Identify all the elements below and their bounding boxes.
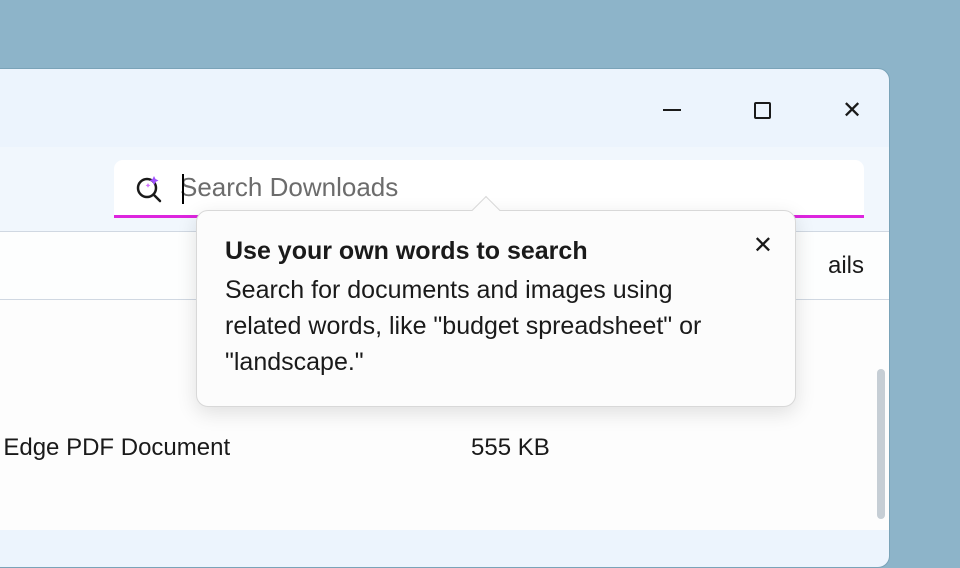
- minimize-button[interactable]: [653, 91, 691, 129]
- scrollbar-thumb[interactable]: [877, 369, 885, 519]
- column-header-details[interactable]: ails: [828, 252, 864, 280]
- minimize-icon: [663, 109, 681, 111]
- search-ai-icon: [134, 173, 164, 203]
- search-input[interactable]: [180, 172, 864, 203]
- text-caret: [182, 174, 184, 204]
- file-size-label: 555 KB: [471, 434, 550, 462]
- file-row[interactable]: oft Edge PDF Document 555 KB: [0, 408, 889, 488]
- file-type-label: oft Edge PDF Document: [0, 434, 230, 462]
- tooltip-body: Search for documents and images using re…: [225, 272, 767, 381]
- close-icon: ✕: [753, 232, 773, 259]
- close-window-button[interactable]: ✕: [833, 91, 871, 129]
- search-hint-tooltip: ✕ Use your own words to search Search fo…: [196, 210, 796, 407]
- tooltip-close-button[interactable]: ✕: [753, 231, 773, 260]
- titlebar: ✕: [0, 69, 889, 147]
- tooltip-title: Use your own words to search: [225, 235, 767, 268]
- maximize-icon: [754, 102, 771, 119]
- maximize-button[interactable]: [743, 91, 781, 129]
- close-icon: ✕: [842, 96, 862, 125]
